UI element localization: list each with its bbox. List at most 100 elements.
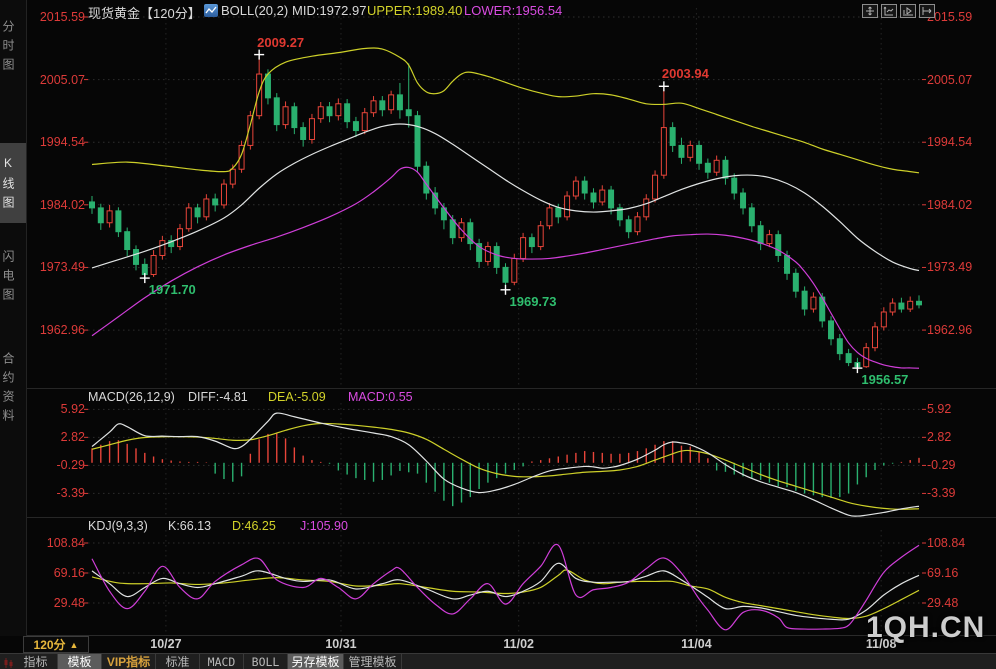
tab-7[interactable]: 管理模板 xyxy=(344,654,402,669)
candle xyxy=(836,338,843,355)
candle xyxy=(379,100,386,111)
sidebar-item-1[interactable]: K线图 xyxy=(0,143,26,223)
macd-axis-label: -0.29 xyxy=(927,458,956,473)
boll-mid-value: MID:1972.97 xyxy=(292,3,367,18)
sidebar-item-3[interactable]: 合约资料 xyxy=(0,336,26,440)
candle xyxy=(520,237,527,259)
candle xyxy=(731,177,738,194)
candle xyxy=(449,219,456,239)
candle xyxy=(423,165,430,194)
candle xyxy=(687,144,694,158)
price-axis-label: 1962.96 xyxy=(927,323,973,338)
candle xyxy=(273,97,280,126)
candle xyxy=(300,127,307,140)
boll-chart-icon xyxy=(204,4,218,17)
price-annotation: 2009.27 xyxy=(257,34,305,50)
tab-1[interactable]: 模板 xyxy=(58,654,102,669)
macd-diff-value: DIFF:-4.81 xyxy=(188,390,248,404)
candle xyxy=(678,144,685,158)
interval-selector[interactable]: 120分 ▲ xyxy=(23,636,89,653)
price-annotation: 1969.73 xyxy=(509,293,557,309)
macd-axis-label: -3.39 xyxy=(56,486,86,501)
candle xyxy=(564,195,571,218)
candle xyxy=(511,257,518,283)
candle xyxy=(493,246,500,268)
boll-mid-line xyxy=(91,123,920,272)
boll-upper-value: UPPER:1989.40 xyxy=(367,3,463,18)
boll-indicator-label: BOLL(20,2) xyxy=(221,3,289,18)
kdj-axis-label: 69.16 xyxy=(53,566,85,580)
candle xyxy=(282,106,289,126)
candle xyxy=(740,192,747,209)
candle xyxy=(141,263,148,276)
candle xyxy=(775,234,782,256)
candle xyxy=(572,180,579,197)
sidebar-item-0[interactable]: 分时图 xyxy=(0,6,26,86)
tab-5[interactable]: BOLL xyxy=(244,654,288,669)
kdj-axis-label: 29.48 xyxy=(927,595,959,610)
fit-y-axis-icon[interactable] xyxy=(881,4,897,18)
candle xyxy=(722,159,729,179)
candle xyxy=(344,103,351,123)
candle xyxy=(872,326,879,349)
kdj-axis-label: 108.84 xyxy=(46,536,85,550)
candle xyxy=(907,300,914,310)
candle xyxy=(352,121,359,132)
play-forward-icon[interactable] xyxy=(900,4,916,18)
page-title: 现货黄金【120分】 xyxy=(88,6,201,21)
candle xyxy=(396,94,403,111)
price-axis-label: 2015.59 xyxy=(39,10,85,24)
sidebar-item-2[interactable]: 闪电图 xyxy=(0,236,26,316)
date-axis-label: 11/02 xyxy=(503,637,534,651)
candle xyxy=(643,198,650,218)
watermark-logo: 1QH.CN xyxy=(866,611,986,644)
candle xyxy=(652,174,659,200)
chart-type-sidebar: 分时图 K线图闪电图合约资料 xyxy=(0,0,27,636)
candle xyxy=(124,231,131,251)
candle xyxy=(784,254,791,274)
candle xyxy=(203,198,210,218)
chart-canvas[interactable] xyxy=(0,0,996,669)
interval-arrow-icon: ▲ xyxy=(69,639,79,650)
boll-lower-value: LOWER:1956.54 xyxy=(464,3,563,18)
candle xyxy=(317,106,324,120)
candle xyxy=(581,180,588,194)
tab-3[interactable]: 标准 xyxy=(156,654,200,669)
price-axis-label: 2015.59 xyxy=(927,10,973,24)
candle xyxy=(757,225,764,245)
candle xyxy=(625,219,632,233)
candle xyxy=(916,300,922,306)
macd-params-label: MACD(26,12,9) xyxy=(88,390,175,404)
candle xyxy=(537,225,544,248)
price-annotation: 2003.94 xyxy=(661,66,709,82)
candle xyxy=(713,159,720,173)
macd-axis-label: 5.92 xyxy=(60,402,85,417)
trading-app-window: 分时图 K线图闪电图合约资料 现货黄金【120分】 BOLL(20,2) MID:… xyxy=(0,0,996,669)
candle xyxy=(880,311,887,328)
price-axis-label: 1962.96 xyxy=(39,323,85,338)
candle xyxy=(660,127,667,176)
kdj-j-line xyxy=(91,543,920,631)
pan-right-icon[interactable] xyxy=(919,4,935,18)
candle xyxy=(185,207,192,230)
candle xyxy=(634,216,641,233)
kdj-axis-label: 108.84 xyxy=(927,536,966,550)
candle xyxy=(335,103,342,117)
date-axis-label: 11/04 xyxy=(681,637,712,651)
move-crosshair-icon[interactable] xyxy=(862,4,878,18)
candle xyxy=(132,249,139,265)
price-axis-label: 1984.02 xyxy=(39,197,85,212)
candle xyxy=(704,162,711,173)
boll-upper-line xyxy=(91,47,920,174)
chart-toolbar xyxy=(862,4,935,18)
candle xyxy=(106,210,113,224)
candle xyxy=(291,106,298,129)
tab-2[interactable]: VIP指标 xyxy=(102,654,156,669)
price-axis-label: 1973.49 xyxy=(39,260,85,275)
candle xyxy=(590,192,597,203)
price-axis-label: 1994.54 xyxy=(39,135,85,150)
tab-6[interactable]: 另存模板 xyxy=(288,654,344,669)
tab-4[interactable]: MACD xyxy=(200,654,244,669)
tab-0[interactable]: 指标 xyxy=(14,654,58,669)
candle xyxy=(150,254,157,276)
